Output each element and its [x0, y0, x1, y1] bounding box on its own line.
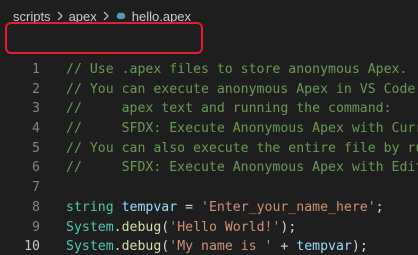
method-name: debug — [121, 239, 162, 255]
dot: . — [113, 219, 122, 235]
string-literal: 'Hello World!' — [169, 219, 281, 235]
line-number: 9 — [32, 219, 40, 235]
line-number: 8 — [32, 199, 40, 215]
line-number: 1 — [32, 62, 40, 77]
code-text: // apex text and running the command: — [66, 101, 392, 117]
line-number: 3 — [32, 101, 40, 117]
code-text: // SFDX: Execute Anonymous Apex with Cur… — [66, 121, 418, 137]
code-editor[interactable]: scripts apex hello.apex 1 // Use .apex f… — [0, 0, 418, 255]
chevron-right-icon — [101, 10, 111, 22]
method-name: debug — [121, 219, 162, 235]
code-line[interactable]: 2 // You can execute anonymous Apex in V… — [0, 80, 418, 100]
apex-file-icon — [115, 10, 127, 22]
code-text: // SFDX: Execute Anonymous Apex with Edi… — [66, 160, 418, 176]
variable-name: tempvar — [296, 239, 352, 255]
code-line[interactable]: 3 // apex text and running the command: — [0, 99, 418, 119]
code-text: // Use .apex files to store anonymous Ap… — [66, 62, 408, 77]
class-name: System — [66, 219, 114, 235]
code-line[interactable]: 8 string tempvar = 'Enter_your_name_here… — [0, 198, 418, 218]
code-text: // You can execute anonymous Apex in VS … — [66, 81, 416, 97]
chevron-right-icon — [55, 10, 65, 22]
highlight-annotation-box — [5, 22, 203, 54]
code-line[interactable]: 7 — [0, 178, 418, 198]
code-line[interactable]: 5 // You can also execute the entire fil… — [0, 139, 418, 159]
semicolon: ; — [375, 199, 384, 215]
line-number: 5 — [32, 140, 40, 156]
line-number: 4 — [32, 121, 40, 137]
dot: . — [113, 239, 122, 255]
code-line[interactable]: 6 // SFDX: Execute Anonymous Apex with E… — [0, 158, 418, 178]
type-keyword: string — [66, 199, 114, 215]
plus-operator: + — [272, 239, 297, 255]
line-number: 6 — [32, 160, 40, 176]
code-text: // You can also execute the entire file … — [66, 140, 418, 156]
paren-close: ); — [280, 219, 297, 235]
assign-operator: = — [177, 199, 201, 215]
variable-name: tempvar — [121, 199, 178, 215]
paren-close: ); — [351, 239, 368, 255]
code-line[interactable]: 9 System.debug('Hello World!'); — [0, 218, 418, 238]
class-name: System — [66, 239, 114, 255]
code-line-active[interactable]: 10 System.debug('My name is ' + tempvar)… — [0, 237, 418, 255]
string-literal: 'My name is ' — [169, 239, 273, 255]
code-line[interactable]: 4 // SFDX: Execute Anonymous Apex with C… — [0, 119, 418, 139]
string-literal: 'Enter_your_name_here' — [201, 199, 376, 215]
code-line[interactable]: 1 // Use .apex files to store anonymous … — [0, 60, 418, 80]
line-number: 10 — [24, 239, 40, 255]
code-area[interactable]: 1 // Use .apex files to store anonymous … — [0, 60, 418, 255]
line-number: 7 — [32, 180, 40, 196]
line-number: 2 — [32, 81, 40, 97]
